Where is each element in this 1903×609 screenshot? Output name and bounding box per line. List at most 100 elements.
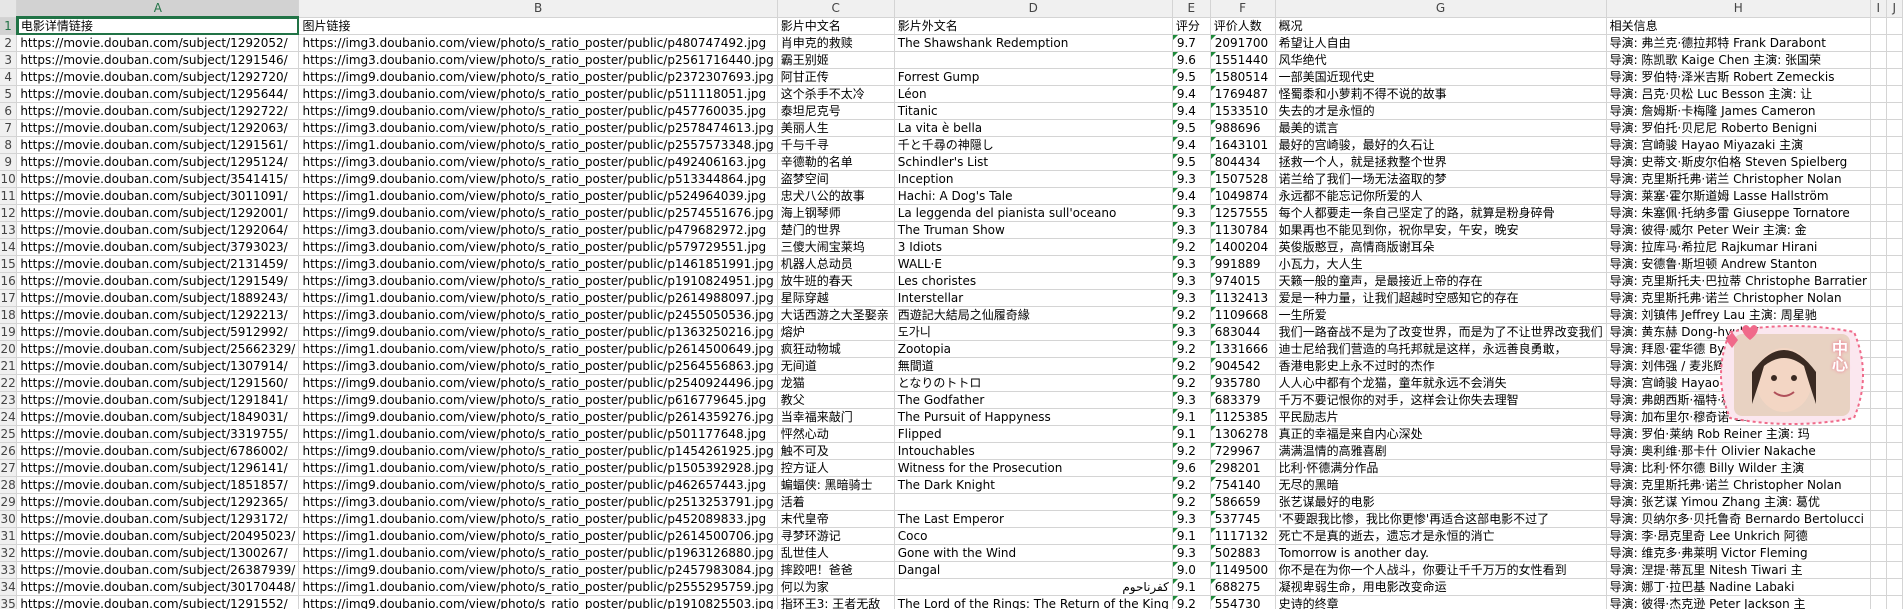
cell-f[interactable]: 974015 bbox=[1210, 272, 1276, 290]
cell-g[interactable]: Tomorrow is another day. bbox=[1275, 544, 1607, 562]
cell-c[interactable]: 活着 bbox=[777, 493, 895, 511]
cell-i[interactable] bbox=[1870, 306, 1887, 324]
cell-b[interactable]: https://img1.doubanio.com/view/photo/s_r… bbox=[298, 340, 778, 358]
cell-j[interactable] bbox=[1886, 561, 1903, 579]
cell-j[interactable] bbox=[1886, 136, 1903, 154]
row-header[interactable]: 5 bbox=[0, 85, 18, 103]
row-header[interactable]: 6 bbox=[0, 102, 18, 120]
cell-d[interactable]: Gone with the Wind bbox=[894, 544, 1173, 562]
cell-i[interactable] bbox=[1870, 527, 1887, 545]
cell-a[interactable]: https://movie.douban.com/subject/1291561… bbox=[16, 136, 300, 154]
cell-j[interactable] bbox=[1886, 442, 1903, 460]
row-header[interactable]: 13 bbox=[0, 221, 18, 239]
cell-j[interactable] bbox=[1886, 510, 1903, 528]
cell-e[interactable]: 9.2 bbox=[1172, 374, 1211, 392]
cell-i[interactable] bbox=[1870, 102, 1887, 120]
cell-i[interactable] bbox=[1870, 425, 1887, 443]
cell-h[interactable]: 导演: 弗兰克·德拉邦特 Frank Darabont bbox=[1606, 34, 1872, 52]
cell-g[interactable]: '不要跟我比惨，我比你更惨'再适合这部电影不过了 bbox=[1275, 510, 1607, 528]
cell-e[interactable]: 9.2 bbox=[1172, 306, 1211, 324]
cell-f[interactable]: 评价人数 bbox=[1210, 17, 1276, 35]
cell-f[interactable]: 298201 bbox=[1210, 459, 1276, 477]
cell-j[interactable] bbox=[1886, 357, 1903, 375]
cell-g[interactable]: 一生所爱 bbox=[1275, 306, 1607, 324]
cell-h[interactable]: 导演: 拉库马·希拉尼 Rajkumar Hirani bbox=[1606, 238, 1872, 256]
cell-b[interactable]: https://img3.doubanio.com/view/photo/s_r… bbox=[298, 238, 778, 256]
cell-f[interactable]: 688275 bbox=[1210, 578, 1276, 596]
cell-j[interactable] bbox=[1886, 493, 1903, 511]
cell-j[interactable] bbox=[1886, 204, 1903, 222]
cell-i[interactable] bbox=[1870, 459, 1887, 477]
cell-e[interactable]: 评分 bbox=[1172, 17, 1211, 35]
cell-d[interactable]: The Dark Knight bbox=[894, 476, 1173, 494]
cell-b[interactable]: https://img1.doubanio.com/view/photo/s_r… bbox=[298, 187, 778, 205]
cell-f[interactable]: 1125385 bbox=[1210, 408, 1276, 426]
cell-i[interactable] bbox=[1870, 34, 1887, 52]
cell-h[interactable]: 导演: 克里斯托弗·诺兰 Christopher Nolan bbox=[1606, 289, 1872, 307]
cell-e[interactable]: 9.3 bbox=[1172, 255, 1211, 273]
cell-g[interactable]: 史诗的终章 bbox=[1275, 595, 1607, 609]
cell-e[interactable]: 9.3 bbox=[1172, 289, 1211, 307]
row-header[interactable]: 8 bbox=[0, 136, 18, 154]
cell-g[interactable]: 真正的幸福是来自内心深处 bbox=[1275, 425, 1607, 443]
row-header[interactable]: 4 bbox=[0, 68, 18, 86]
cell-j[interactable] bbox=[1886, 459, 1903, 477]
cell-i[interactable] bbox=[1870, 391, 1887, 409]
cell-i[interactable] bbox=[1870, 187, 1887, 205]
cell-g[interactable]: 英俊版憨豆，高情商版谢耳朵 bbox=[1275, 238, 1607, 256]
cell-i[interactable] bbox=[1870, 510, 1887, 528]
column-header-c[interactable]: C bbox=[777, 0, 895, 18]
cell-e[interactable]: 9.2 bbox=[1172, 357, 1211, 375]
cell-j[interactable] bbox=[1886, 187, 1903, 205]
cell-g[interactable]: 风华绝代 bbox=[1275, 51, 1607, 69]
cell-f[interactable]: 2091700 bbox=[1210, 34, 1276, 52]
cell-b[interactable]: 图片链接 bbox=[298, 17, 778, 35]
row-header[interactable]: 35 bbox=[0, 595, 18, 609]
row-header[interactable]: 22 bbox=[0, 374, 18, 392]
row-header[interactable]: 1 bbox=[0, 17, 18, 35]
cell-h[interactable]: 导演: 克里斯托弗·诺兰 Christopher Nolan bbox=[1606, 170, 1872, 188]
cell-j[interactable] bbox=[1886, 289, 1903, 307]
cell-a[interactable]: https://movie.douban.com/subject/5912992… bbox=[16, 323, 300, 341]
cell-f[interactable]: 1331666 bbox=[1210, 340, 1276, 358]
cell-h[interactable]: 导演: 李·昂克里奇 Lee Unkrich 阿德 bbox=[1606, 527, 1872, 545]
cell-j[interactable] bbox=[1886, 170, 1903, 188]
cell-f[interactable]: 1306278 bbox=[1210, 425, 1276, 443]
cell-g[interactable]: 一部美国近现代史 bbox=[1275, 68, 1607, 86]
cell-i[interactable] bbox=[1870, 374, 1887, 392]
cell-f[interactable]: 1400204 bbox=[1210, 238, 1276, 256]
cell-d[interactable]: Léon bbox=[894, 85, 1173, 103]
cell-c[interactable]: 三傻大闹宝莱坞 bbox=[777, 238, 895, 256]
cell-d[interactable]: La leggenda del pianista sull'oceano bbox=[894, 204, 1173, 222]
cell-e[interactable]: 9.5 bbox=[1172, 119, 1211, 137]
cell-e[interactable]: 9.1 bbox=[1172, 408, 1211, 426]
cell-c[interactable]: 影片中文名 bbox=[777, 17, 895, 35]
cell-a[interactable]: https://movie.douban.com/subject/1292365… bbox=[16, 493, 300, 511]
cell-d[interactable]: 3 Idiots bbox=[894, 238, 1173, 256]
cell-a[interactable]: https://movie.douban.com/subject/3017044… bbox=[16, 578, 300, 596]
cell-c[interactable]: 机器人总动员 bbox=[777, 255, 895, 273]
cell-g[interactable]: 凝视卑弱生命，用电影改变命运 bbox=[1275, 578, 1607, 596]
cell-f[interactable]: 586659 bbox=[1210, 493, 1276, 511]
cell-e[interactable]: 9.4 bbox=[1172, 136, 1211, 154]
cell-b[interactable]: https://img1.doubanio.com/view/photo/s_r… bbox=[298, 136, 778, 154]
cell-e[interactable]: 9.2 bbox=[1172, 595, 1211, 609]
cell-b[interactable]: https://img3.doubanio.com/view/photo/s_r… bbox=[298, 255, 778, 273]
cell-e[interactable]: 9.3 bbox=[1172, 272, 1211, 290]
cell-a[interactable]: https://movie.douban.com/subject/3541415… bbox=[16, 170, 300, 188]
cell-f[interactable]: 804434 bbox=[1210, 153, 1276, 171]
cell-d[interactable]: Forrest Gump bbox=[894, 68, 1173, 86]
cell-d[interactable]: Intouchables bbox=[894, 442, 1173, 460]
cell-c[interactable]: 触不可及 bbox=[777, 442, 895, 460]
cell-b[interactable]: https://img9.doubanio.com/view/photo/s_r… bbox=[298, 391, 778, 409]
cell-g[interactable]: 千万不要记恨你的对手，这样会让你失去理智 bbox=[1275, 391, 1607, 409]
cell-b[interactable]: https://img3.doubanio.com/view/photo/s_r… bbox=[298, 153, 778, 171]
cell-f[interactable]: 1132413 bbox=[1210, 289, 1276, 307]
cell-a[interactable]: https://movie.douban.com/subject/1291841… bbox=[16, 391, 300, 409]
cell-a[interactable]: https://movie.douban.com/subject/1293172… bbox=[16, 510, 300, 528]
cell-j[interactable] bbox=[1886, 255, 1903, 273]
cell-f[interactable]: 537745 bbox=[1210, 510, 1276, 528]
cell-j[interactable] bbox=[1886, 238, 1903, 256]
cell-c[interactable]: 龙猫 bbox=[777, 374, 895, 392]
row-header[interactable]: 33 bbox=[0, 561, 18, 579]
